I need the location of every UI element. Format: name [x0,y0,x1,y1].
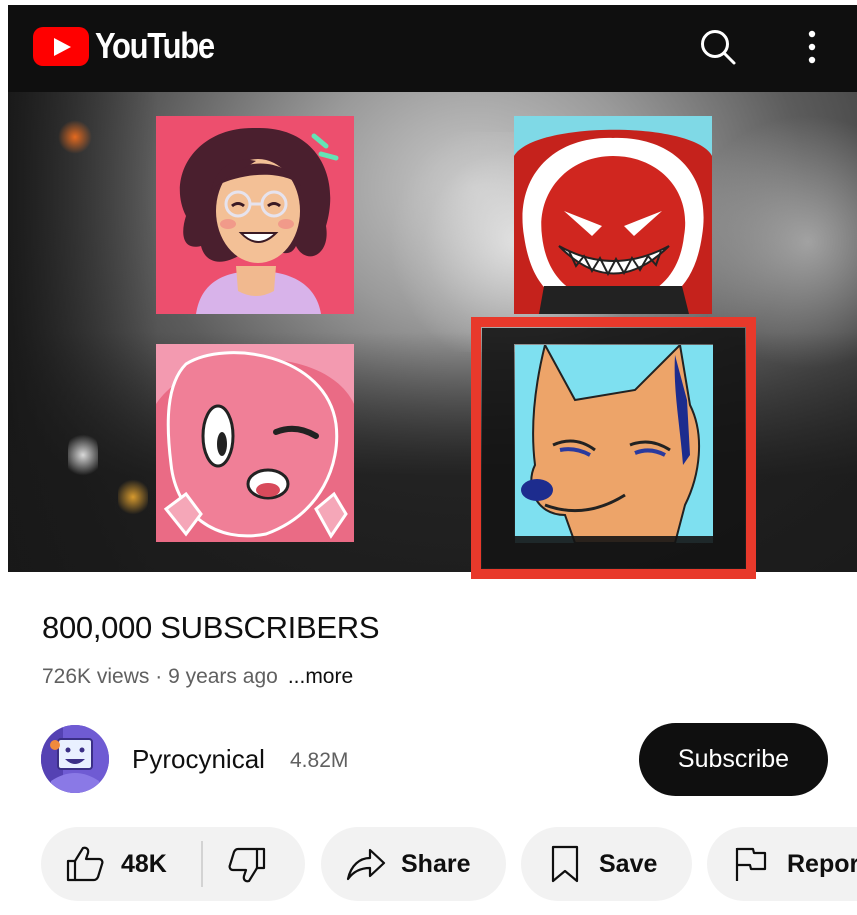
subscribe-button[interactable]: Subscribe [639,723,828,796]
avatar-art-glasses-person [156,116,354,314]
upload-age: 9 years ago [168,665,278,688]
avatar-art-red-hood [514,116,712,314]
more-vert-icon [808,30,816,64]
search-icon [701,30,736,65]
channel-name[interactable]: Pyrocynical [132,744,265,775]
like-divider [201,841,203,887]
view-count: 726K views [42,665,150,688]
youtube-play-icon [33,26,89,66]
more-link[interactable]: ...more [288,665,353,688]
like-dislike-group: 48K [41,827,305,901]
channel-avatar[interactable] [41,725,109,793]
save-button[interactable]: Save [521,827,692,901]
highlight-box [471,317,756,579]
search-button[interactable] [696,25,740,69]
logo-text: YouTube [95,25,215,66]
dislike-button[interactable] [227,846,267,884]
like-count: 48K [121,850,167,878]
video-meta[interactable]: 726K views · 9 years ago ...more [42,665,353,689]
share-button[interactable]: Share [321,827,506,901]
report-label: Report [787,850,857,878]
thumbs-up-icon [66,846,104,882]
app-frame: YouTube 800,000 SUBSCRIBERS 726K views ·… [8,5,857,915]
top-app-bar: YouTube [8,5,857,92]
video-title[interactable]: 800,000 SUBSCRIBERS [42,610,380,646]
bookmark-icon [548,845,582,883]
youtube-logo[interactable]: YouTube [33,25,233,67]
channel-subscriber-count: 4.82M [290,749,349,772]
like-button[interactable] [65,845,105,883]
more-options-button[interactable] [790,25,834,69]
report-button[interactable]: Report [707,827,857,901]
meta-separator: · [149,665,169,688]
share-icon [345,845,387,883]
thumbs-down-icon [228,847,266,883]
avatar-art-pink-blob [156,344,354,542]
share-label: Share [401,850,471,878]
save-label: Save [599,850,658,878]
flag-icon [733,845,769,883]
